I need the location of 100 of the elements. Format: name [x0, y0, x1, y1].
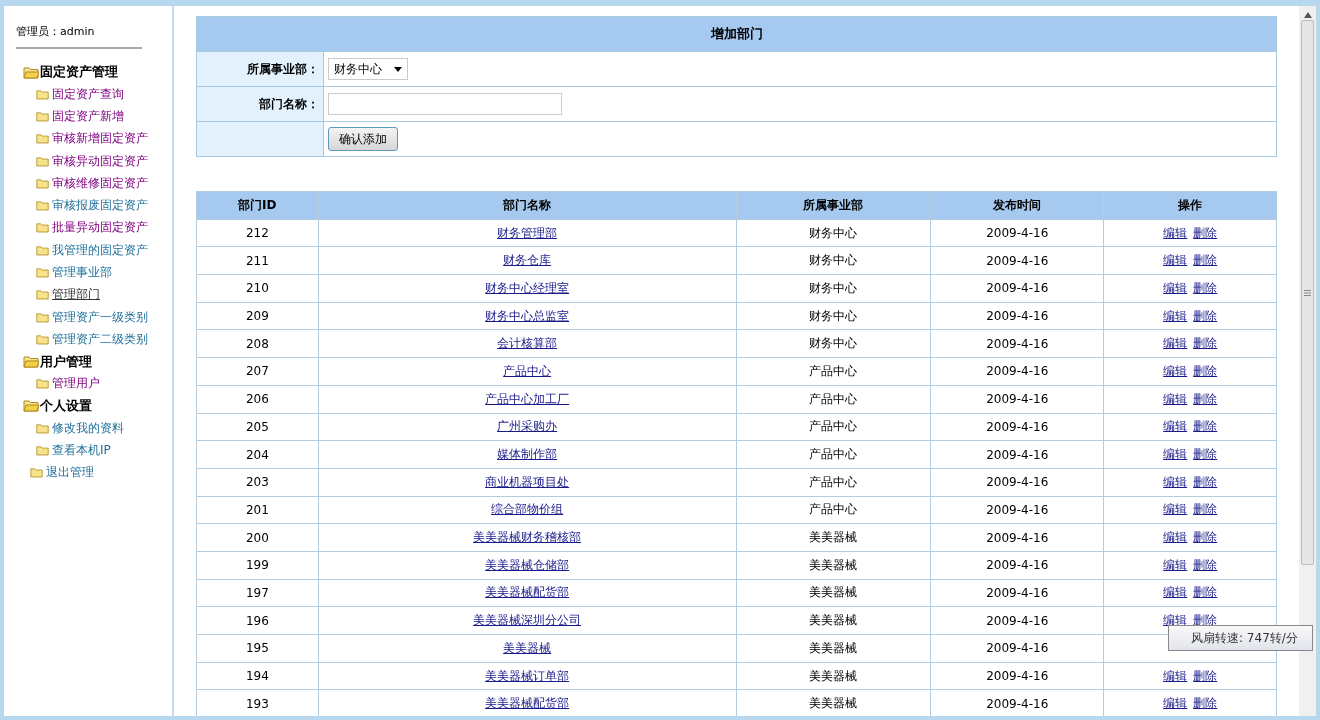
- sidebar-link[interactable]: 管理资产一级类别: [36, 305, 172, 329]
- folder-icon: [36, 422, 49, 434]
- table-cell: 196: [196, 606, 319, 635]
- action-link[interactable]: 编辑: [1163, 391, 1188, 406]
- admin-label: 管理员：admin: [16, 24, 142, 49]
- action-link[interactable]: 删除: [1193, 613, 1218, 628]
- action-link[interactable]: 删除: [1193, 336, 1218, 351]
- sidebar-link[interactable]: 审核新增固定资产: [36, 127, 172, 150]
- department-link[interactable]: 美美器械订单部: [485, 668, 570, 683]
- action-link[interactable]: 删除: [1193, 225, 1218, 240]
- table-cell: 产品中心: [736, 385, 931, 413]
- action-link[interactable]: 编辑: [1163, 363, 1188, 378]
- action-link[interactable]: 删除: [1193, 557, 1218, 572]
- action-link[interactable]: 编辑: [1163, 557, 1188, 572]
- folder-icon: [36, 289, 49, 301]
- action-link[interactable]: 删除: [1193, 530, 1218, 545]
- column-header: 部门ID: [196, 191, 319, 220]
- department-link[interactable]: 产品中心加工厂: [485, 391, 570, 406]
- tooltip: 风扇转速: 747转/分: [1168, 625, 1313, 651]
- table-cell: 197: [196, 579, 319, 607]
- table-cell: 产品中心: [736, 357, 931, 386]
- action-link[interactable]: 编辑: [1163, 613, 1188, 628]
- open-folder-icon: [23, 355, 39, 369]
- folder-icon: [30, 467, 43, 479]
- input-field[interactable]: [328, 93, 562, 115]
- department-link[interactable]: 美美器械仓储部: [485, 557, 570, 572]
- action-link[interactable]: 编辑: [1163, 447, 1188, 462]
- department-link[interactable]: 商业机器项目处: [485, 474, 570, 489]
- table-cell: 美美器械: [736, 662, 931, 690]
- table-cell: 2009-4-16: [930, 440, 1104, 469]
- action-link[interactable]: 编辑: [1163, 696, 1188, 711]
- department-link[interactable]: 美美器械: [503, 640, 552, 655]
- sidebar-link[interactable]: 管理事业部: [36, 261, 172, 284]
- sidebar-link[interactable]: 审核报废固定资产: [36, 194, 172, 217]
- table-cell: 2009-4-16: [930, 468, 1104, 497]
- open-folder-icon: [23, 65, 39, 79]
- action-link[interactable]: 编辑: [1163, 474, 1188, 489]
- department-link[interactable]: 美美器械深圳分公司: [473, 613, 582, 628]
- action-link[interactable]: 删除: [1193, 696, 1218, 711]
- department-link[interactable]: 美美器械配货部: [485, 696, 570, 711]
- action-link[interactable]: 编辑: [1163, 308, 1188, 323]
- confirm-add-button[interactable]: 确认添加: [328, 127, 398, 151]
- sidebar-link[interactable]: 审核维修固定资产: [36, 172, 172, 195]
- table-cell: 美美器械: [736, 606, 931, 635]
- column-header: 所属事业部: [736, 191, 931, 220]
- action-link[interactable]: 删除: [1193, 391, 1218, 406]
- department-link[interactable]: 美美器械财务稽核部: [473, 530, 582, 545]
- action-link[interactable]: 删除: [1193, 363, 1218, 378]
- action-link[interactable]: 编辑: [1163, 253, 1188, 268]
- action-link[interactable]: 删除: [1193, 280, 1218, 295]
- table-cell: 2009-4-16: [930, 357, 1104, 386]
- department-link[interactable]: 会计核算部: [497, 336, 558, 351]
- sidebar-link[interactable]: 管理用户: [36, 372, 172, 395]
- department-link[interactable]: 综合部物价组: [491, 502, 564, 517]
- sidebar-link[interactable]: 批量异动固定资产: [36, 216, 172, 240]
- sidebar-link[interactable]: 固定资产查询: [36, 83, 172, 106]
- table-cell: 2009-4-16: [930, 246, 1104, 275]
- sidebar-link[interactable]: 修改我的资料: [36, 416, 172, 440]
- column-header: 发布时间: [930, 191, 1104, 220]
- department-link[interactable]: 财务中心经理室: [485, 280, 570, 295]
- action-link[interactable]: 编辑: [1163, 585, 1188, 600]
- sidebar-link[interactable]: 我管理的固定资产: [36, 239, 172, 262]
- action-link[interactable]: 编辑: [1163, 419, 1188, 434]
- exit-link[interactable]: 退出管理: [30, 461, 172, 484]
- action-link[interactable]: 删除: [1193, 447, 1218, 462]
- action-link[interactable]: 删除: [1193, 474, 1218, 489]
- division-select[interactable]: 财务中心: [328, 58, 408, 80]
- sidebar-link[interactable]: 审核异动固定资产: [36, 149, 172, 173]
- sidebar-link[interactable]: 管理资产二级类别: [36, 328, 172, 351]
- department-link[interactable]: 财务中心总监室: [485, 308, 570, 323]
- action-link[interactable]: 删除: [1193, 419, 1218, 434]
- folder-icon: [36, 110, 49, 122]
- action-link[interactable]: 编辑: [1163, 502, 1188, 517]
- grip-icon: [1304, 289, 1311, 296]
- department-link[interactable]: 财务管理部: [497, 225, 558, 240]
- department-link[interactable]: 广州采购办: [497, 419, 558, 434]
- action-link[interactable]: 删除: [1193, 308, 1218, 323]
- folder-icon: [36, 177, 49, 189]
- sidebar-link[interactable]: 管理部门: [36, 283, 172, 306]
- action-link[interactable]: 编辑: [1163, 530, 1188, 545]
- action-link[interactable]: 删除: [1193, 668, 1218, 683]
- form-title: 增加部门: [196, 16, 1277, 52]
- department-link[interactable]: 产品中心: [503, 363, 552, 378]
- folder-icon: [36, 133, 49, 145]
- table-cell: 2009-4-16: [930, 606, 1104, 635]
- action-link[interactable]: 删除: [1193, 253, 1218, 268]
- action-link[interactable]: 编辑: [1163, 668, 1188, 683]
- scroll-up-icon[interactable]: [1303, 12, 1312, 18]
- action-link[interactable]: 编辑: [1163, 225, 1188, 240]
- action-link[interactable]: 编辑: [1163, 280, 1188, 295]
- action-link[interactable]: 删除: [1193, 502, 1218, 517]
- table-cell: 206: [196, 385, 319, 413]
- department-link[interactable]: 媒体制作部: [497, 447, 558, 462]
- action-link[interactable]: 编辑: [1163, 336, 1188, 351]
- department-link[interactable]: 美美器械配货部: [485, 585, 570, 600]
- action-link[interactable]: 删除: [1193, 585, 1218, 600]
- scrollbar[interactable]: [1299, 6, 1316, 716]
- sidebar-link[interactable]: 查看本机IP: [36, 439, 172, 462]
- department-link[interactable]: 财务仓库: [503, 253, 552, 268]
- sidebar-link[interactable]: 固定资产新增: [36, 105, 172, 128]
